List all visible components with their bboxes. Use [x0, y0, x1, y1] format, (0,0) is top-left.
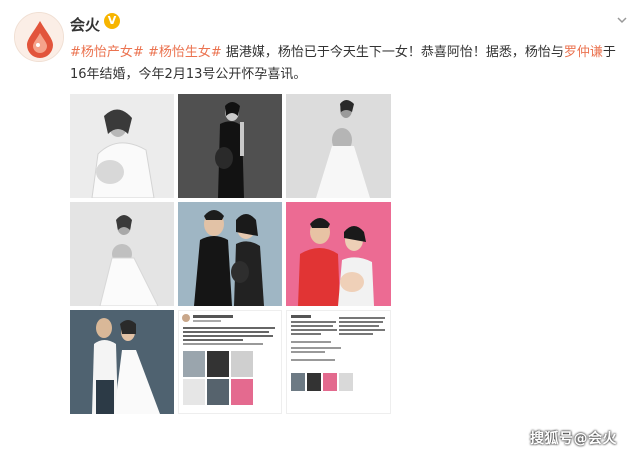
post-text-line2: 16年结婚，今年2月13号公开怀孕喜讯。 [70, 67, 307, 82]
couple-dark-image [178, 202, 282, 306]
white-gown-kneel-image [70, 202, 174, 306]
chat-screenshot-image [287, 311, 390, 413]
photo-5[interactable] [178, 202, 282, 306]
mention-link[interactable]: 罗仲谦 [564, 45, 603, 60]
photo-4[interactable] [70, 202, 174, 306]
photo-2[interactable] [178, 94, 282, 198]
verified-badge: V [104, 13, 120, 29]
bw-portrait-image [70, 94, 174, 198]
white-gown-image [286, 94, 391, 198]
photo-1[interactable] [70, 94, 174, 198]
post-text-part1: 据港媒，杨怡已于今天生下一女！恭喜阿怡！据悉，杨怡与 [225, 45, 564, 60]
watermark: 搜狐号@会火 [530, 431, 617, 447]
chevron-down-icon[interactable] [617, 16, 627, 24]
couple-wedding-image [70, 310, 174, 414]
post-text-part2: 于 [602, 45, 616, 60]
couple-pink-image [286, 202, 391, 306]
photo-3[interactable] [286, 94, 391, 198]
photo-9[interactable] [286, 310, 391, 414]
flame-drop-logo [15, 13, 63, 61]
dark-dress-image [178, 94, 282, 198]
hashtag-link[interactable]: #杨怡生女# [148, 45, 222, 60]
username[interactable]: 会火 [70, 14, 100, 35]
social-screenshot-image [179, 311, 281, 413]
post-text: #杨怡产女# #杨怡生女# 据港媒，杨怡已于今天生下一女！恭喜阿怡！据悉，杨怡与… [70, 42, 625, 86]
avatar[interactable] [14, 12, 64, 62]
photo-6[interactable] [286, 202, 391, 306]
photo-8[interactable] [178, 310, 282, 414]
weibo-post: 会火 V #杨怡产女# #杨怡生女# 据港媒，杨怡已于今天生下一女！恭喜阿怡！据… [0, 0, 640, 456]
photo-7[interactable] [70, 310, 174, 414]
hashtag-link[interactable]: #杨怡产女# [70, 45, 144, 60]
